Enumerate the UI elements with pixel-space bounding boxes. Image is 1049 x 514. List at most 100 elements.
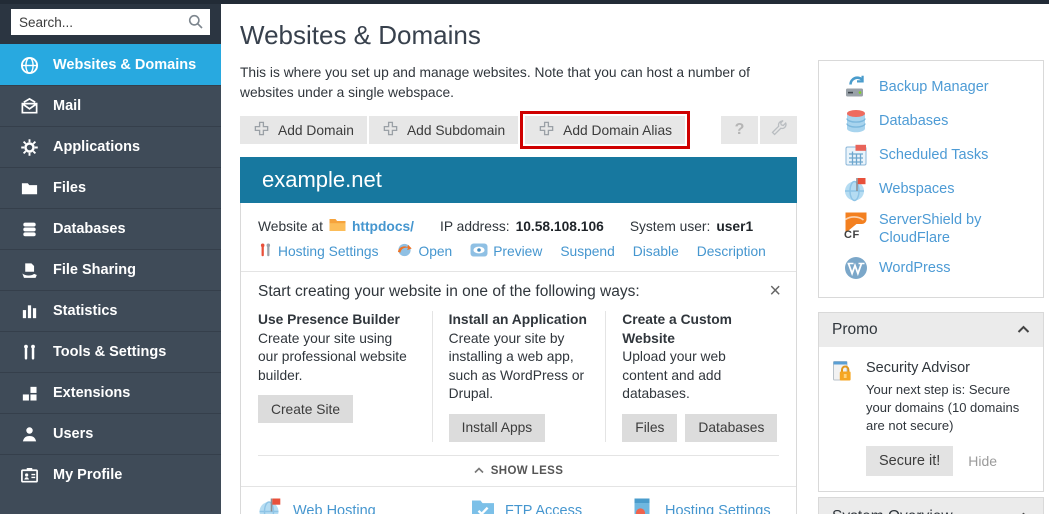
system-overview-label: System Overview [832, 508, 953, 514]
disable-link[interactable]: Disable [633, 244, 679, 259]
secure-it-button[interactable]: Secure it! [866, 446, 953, 476]
domain-name: example.net [262, 167, 382, 193]
preview-link[interactable]: Preview [470, 243, 542, 260]
plus-icon [538, 120, 555, 140]
promo-text: Your next step is: Secure your domains (… [866, 381, 1038, 435]
plus-icon [382, 120, 399, 140]
domain-card: example.net Website at httpdocs/ IP addr… [240, 157, 797, 514]
files-button[interactable]: Files [622, 414, 677, 442]
webspaces-link[interactable]: Webspaces [843, 176, 1043, 202]
sidebar-item-label: Mail [53, 98, 81, 114]
getting-started-panel: Start creating your website in one of th… [258, 272, 779, 442]
id-card-icon [20, 466, 39, 485]
search-bar [0, 0, 221, 44]
scheduled-tasks-link[interactable]: Scheduled Tasks [843, 142, 1043, 168]
getting-started-columns: Use Presence Builder Create your site us… [258, 311, 779, 442]
sidebar-item-label: File Sharing [53, 262, 136, 278]
link-label: Hosting Settings [278, 244, 378, 259]
sidebar-item-mail[interactable]: Mail [0, 85, 221, 126]
sidebar-nav: Websites & Domains Mail Applications Fil… [0, 44, 221, 495]
databases-button[interactable]: Databases [685, 414, 777, 442]
databases-link[interactable]: Databases [843, 108, 1043, 134]
add-subdomain-button[interactable]: Add Subdomain [369, 116, 518, 144]
wrench-icon [770, 119, 788, 142]
column-title: Use Presence Builder [258, 311, 416, 330]
plesk-panel: Websites & Domains Mail Applications Fil… [0, 0, 1049, 514]
add-domain-alias-button[interactable]: Add Domain Alias [525, 116, 685, 144]
column-text: Create your site using our professional … [258, 330, 416, 386]
system-user-label: System user: [630, 219, 711, 234]
tool-label: Databases [879, 108, 1029, 130]
calendar-icon [843, 142, 869, 168]
column-title: Create a Custom Website [622, 311, 763, 348]
backup-manager-link[interactable]: Backup Manager [843, 74, 1043, 100]
system-overview-box: System Overview [818, 497, 1044, 514]
blocks-icon [20, 384, 39, 403]
main-content: Websites & Domains This is where you set… [240, 4, 797, 514]
ftp-access-quick-link[interactable]: FTP Access [470, 496, 630, 514]
suspend-link[interactable]: Suspend [560, 244, 614, 259]
right-sidebar: Backup Manager Databases Scheduled Tasks… [818, 60, 1044, 514]
sidebar-item-tools-settings[interactable]: Tools & Settings [0, 331, 221, 372]
show-less-label: SHOW LESS [491, 465, 564, 477]
hide-link[interactable]: Hide [968, 453, 997, 469]
add-domain-button[interactable]: Add Domain [240, 116, 367, 144]
install-apps-button[interactable]: Install Apps [449, 414, 546, 442]
web-hosting-quick-link[interactable]: Web Hosting [258, 496, 470, 514]
hosting-settings-quick-link[interactable]: Hosting Settings [630, 496, 771, 514]
help-button[interactable]: ? [721, 116, 758, 144]
page-description: This is where you set up and manage webs… [240, 63, 780, 103]
getting-started-heading: Start creating your website in one of th… [258, 272, 779, 301]
sidebar-item-my-profile[interactable]: My Profile [0, 454, 221, 495]
sidebar-item-label: Websites & Domains [53, 57, 196, 73]
create-site-button[interactable]: Create Site [258, 395, 353, 423]
servershield-link[interactable]: CF ServerShield by CloudFlare [843, 210, 1043, 247]
sidebar-item-files[interactable]: Files [0, 167, 221, 208]
quick-link-label: Hosting Settings [665, 503, 771, 514]
hosting-settings-link[interactable]: Hosting Settings [258, 242, 378, 261]
highlight-red-outline: Add Domain Alias [520, 111, 690, 149]
button-label: Add Domain Alias [563, 123, 672, 138]
promo-header[interactable]: Promo [819, 313, 1043, 347]
sidebar-item-file-sharing[interactable]: File Sharing [0, 249, 221, 290]
sidebar-item-databases[interactable]: Databases [0, 208, 221, 249]
system-user-value: user1 [716, 219, 753, 234]
promo-body: Security Advisor Your next step is: Secu… [819, 347, 1043, 491]
backup-manager-icon [843, 74, 869, 100]
install-application-column: Install an Application Create your site … [432, 311, 606, 442]
sidebar-item-websites-domains[interactable]: Websites & Domains [0, 44, 221, 85]
ip-label: IP address: [440, 219, 510, 234]
sidebar-item-label: My Profile [53, 467, 122, 483]
sidebar-item-applications[interactable]: Applications [0, 126, 221, 167]
tool-label: Scheduled Tasks [879, 142, 1029, 164]
open-site-link[interactable]: Open [396, 241, 452, 261]
database-icon [20, 220, 39, 239]
sidebar-item-users[interactable]: Users [0, 413, 221, 454]
sidebar-item-label: Extensions [53, 385, 130, 401]
column-text: Create your site by installing a web app… [449, 330, 590, 404]
close-icon[interactable]: × [769, 281, 781, 301]
button-label: Add Subdomain [407, 123, 505, 138]
cloudflare-icon: CF [843, 210, 869, 236]
promo-header-label: Promo [832, 321, 878, 339]
tool-label: Backup Manager [879, 74, 1029, 96]
sidebar-item-statistics[interactable]: Statistics [0, 290, 221, 331]
search-icon[interactable] [188, 14, 204, 35]
custom-website-column: Create a Custom Website Upload your web … [605, 311, 779, 442]
wordpress-link[interactable]: WordPress [843, 255, 1043, 281]
system-overview-header[interactable]: System Overview [819, 498, 1043, 514]
sidebar-item-label: Statistics [53, 303, 117, 319]
promo-title: Security Advisor [866, 360, 1038, 376]
docroot-link[interactable]: httpdocs/ [352, 219, 414, 234]
presence-builder-column: Use Presence Builder Create your site us… [258, 311, 432, 442]
share-icon [20, 261, 39, 280]
hosting-settings-panel-icon [630, 496, 656, 514]
toolbar-help-group: ? [721, 116, 797, 144]
description-link[interactable]: Description [697, 244, 766, 259]
column-text: Upload your web content and add database… [622, 348, 763, 404]
search-input[interactable] [11, 9, 210, 35]
sidebar-item-extensions[interactable]: Extensions [0, 372, 221, 413]
quick-link-label: FTP Access [505, 503, 582, 514]
settings-wrench-button[interactable] [760, 116, 797, 144]
show-less-toggle[interactable]: SHOW LESS [258, 456, 779, 486]
